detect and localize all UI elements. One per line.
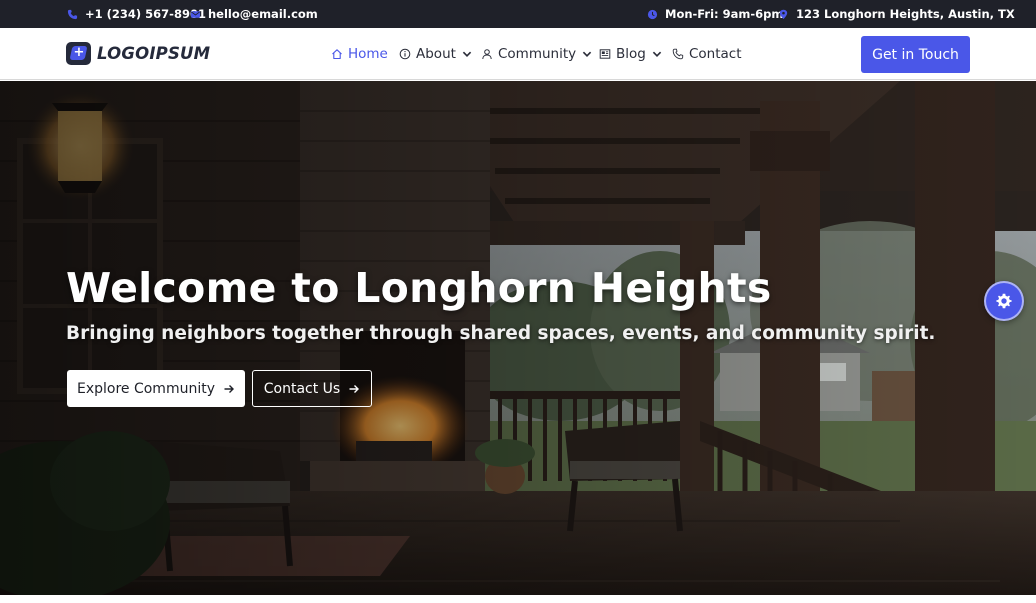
contact-us-label: Contact Us: [263, 380, 341, 397]
topbar-email[interactable]: hello@email.com: [190, 0, 318, 28]
house-icon: [332, 49, 342, 60]
logo-mark-icon: +: [66, 42, 91, 65]
nav-item-community[interactable]: Community: [481, 28, 593, 80]
main-navbar: + LOGOIPSUM Home About Community Blog Co…: [0, 28, 1036, 80]
settings-floating-button[interactable]: [984, 281, 1024, 321]
nav-item-contact[interactable]: Contact: [672, 28, 742, 80]
logo-text: LOGOIPSUM: [97, 44, 211, 63]
chevron-down-icon: [582, 51, 592, 57]
users-icon: [482, 49, 492, 60]
topbar-hours: Mon-Fri: 9am-6pm: [647, 0, 783, 28]
arrow-right-icon: [349, 384, 360, 393]
nav-item-label: Contact: [689, 46, 742, 62]
nav-item-blog[interactable]: Blog: [599, 28, 663, 80]
topbar-address: 123 Longhorn Heights, Austin, TX: [778, 0, 1015, 28]
location-pin-icon: [778, 9, 789, 20]
topbar-email-text: hello@email.com: [208, 7, 318, 21]
topbar-phone[interactable]: +1 (234) 567-8901: [67, 0, 206, 28]
hero-title: Welcome to Longhorn Heights: [66, 264, 772, 312]
arrow-right-icon: [224, 384, 234, 393]
explore-community-button[interactable]: Explore Community: [67, 370, 245, 407]
phone-icon: [672, 48, 684, 60]
nav-item-label: Home: [348, 46, 388, 62]
hero-section: Welcome to Longhorn Heights Bringing nei…: [0, 81, 1036, 595]
topbar-address-text: 123 Longhorn Heights, Austin, TX: [796, 7, 1015, 21]
nav-item-label: Blog: [616, 46, 646, 62]
topbar-phone-text: +1 (234) 567-8901: [85, 7, 206, 21]
nav-item-label: About: [416, 46, 456, 62]
get-in-touch-button[interactable]: Get in Touch: [861, 36, 970, 73]
gear-icon: [996, 293, 1012, 309]
hero-subtitle: Bringing neighbors together through shar…: [66, 323, 936, 344]
nav-item-about[interactable]: About: [399, 28, 473, 80]
bottom-strip: [0, 595, 1036, 603]
contact-us-button[interactable]: Contact Us: [252, 370, 372, 407]
top-info-bar: +1 (234) 567-8901 hello@email.com Mon-Fr…: [0, 0, 1036, 28]
explore-community-label: Explore Community: [76, 380, 215, 397]
newspaper-icon: [599, 49, 611, 59]
chevron-down-icon: [462, 51, 472, 57]
envelope-icon: [190, 9, 201, 20]
nav-item-home[interactable]: Home: [331, 28, 388, 80]
nav-item-label: Community: [498, 46, 577, 62]
chevron-down-icon: [652, 51, 662, 57]
clock-icon: [647, 9, 658, 20]
info-icon: [399, 48, 411, 60]
phone-icon: [67, 9, 78, 20]
topbar-hours-text: Mon-Fri: 9am-6pm: [665, 7, 784, 21]
logo[interactable]: + LOGOIPSUM: [66, 42, 210, 65]
